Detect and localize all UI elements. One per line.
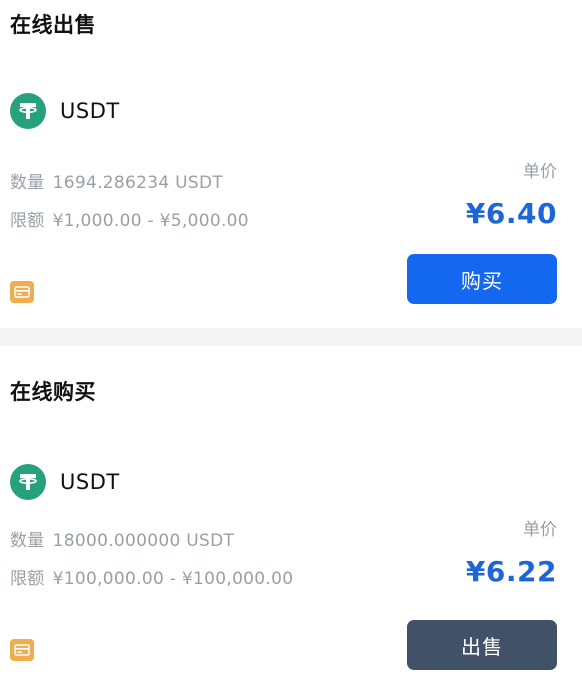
coin-row: USDT <box>10 93 120 129</box>
unit-price: ¥6.40 <box>465 197 557 230</box>
buy-section: 在线购买 USDT 数量 18000.000000 USDT 限额 ¥100,000… <box>0 346 582 689</box>
coin-name: USDT <box>60 99 120 123</box>
quantity-line: 数量 1694.286234 USDT <box>10 168 223 193</box>
section-divider <box>0 328 582 346</box>
coin-row: USDT <box>10 464 120 500</box>
buy-button[interactable]: 购买 <box>407 254 557 304</box>
tether-icon <box>10 93 46 129</box>
bank-card-icon <box>10 639 34 661</box>
unit-price-label: 单价 <box>523 520 557 540</box>
section-title: 在线出售 <box>10 13 96 37</box>
quantity-value: 18000.000000 USDT <box>52 531 235 551</box>
quantity-label: 数量 <box>10 531 45 551</box>
limit-label: 限额 <box>10 569 45 589</box>
limit-line: 限额 ¥100,000.00 - ¥100,000.00 <box>10 564 293 589</box>
limit-value: ¥1,000.00 - ¥5,000.00 <box>52 211 249 231</box>
sell-section: 在线出售 USDT 数量 1694.286234 USDT 限额 ¥1,000.00… <box>0 0 582 328</box>
tether-icon <box>10 464 46 500</box>
coin-name: USDT <box>60 470 120 494</box>
section-title: 在线购买 <box>10 380 96 404</box>
limit-label: 限额 <box>10 211 45 231</box>
quantity-line: 数量 18000.000000 USDT <box>10 526 234 551</box>
quantity-label: 数量 <box>10 173 45 193</box>
limit-line: 限额 ¥1,000.00 - ¥5,000.00 <box>10 206 249 231</box>
unit-price-label: 单价 <box>523 162 557 182</box>
unit-price: ¥6.22 <box>465 555 557 588</box>
quantity-value: 1694.286234 USDT <box>52 173 224 193</box>
sell-button[interactable]: 出售 <box>407 620 557 670</box>
limit-value: ¥100,000.00 - ¥100,000.00 <box>52 569 294 589</box>
bank-card-icon <box>10 281 34 303</box>
